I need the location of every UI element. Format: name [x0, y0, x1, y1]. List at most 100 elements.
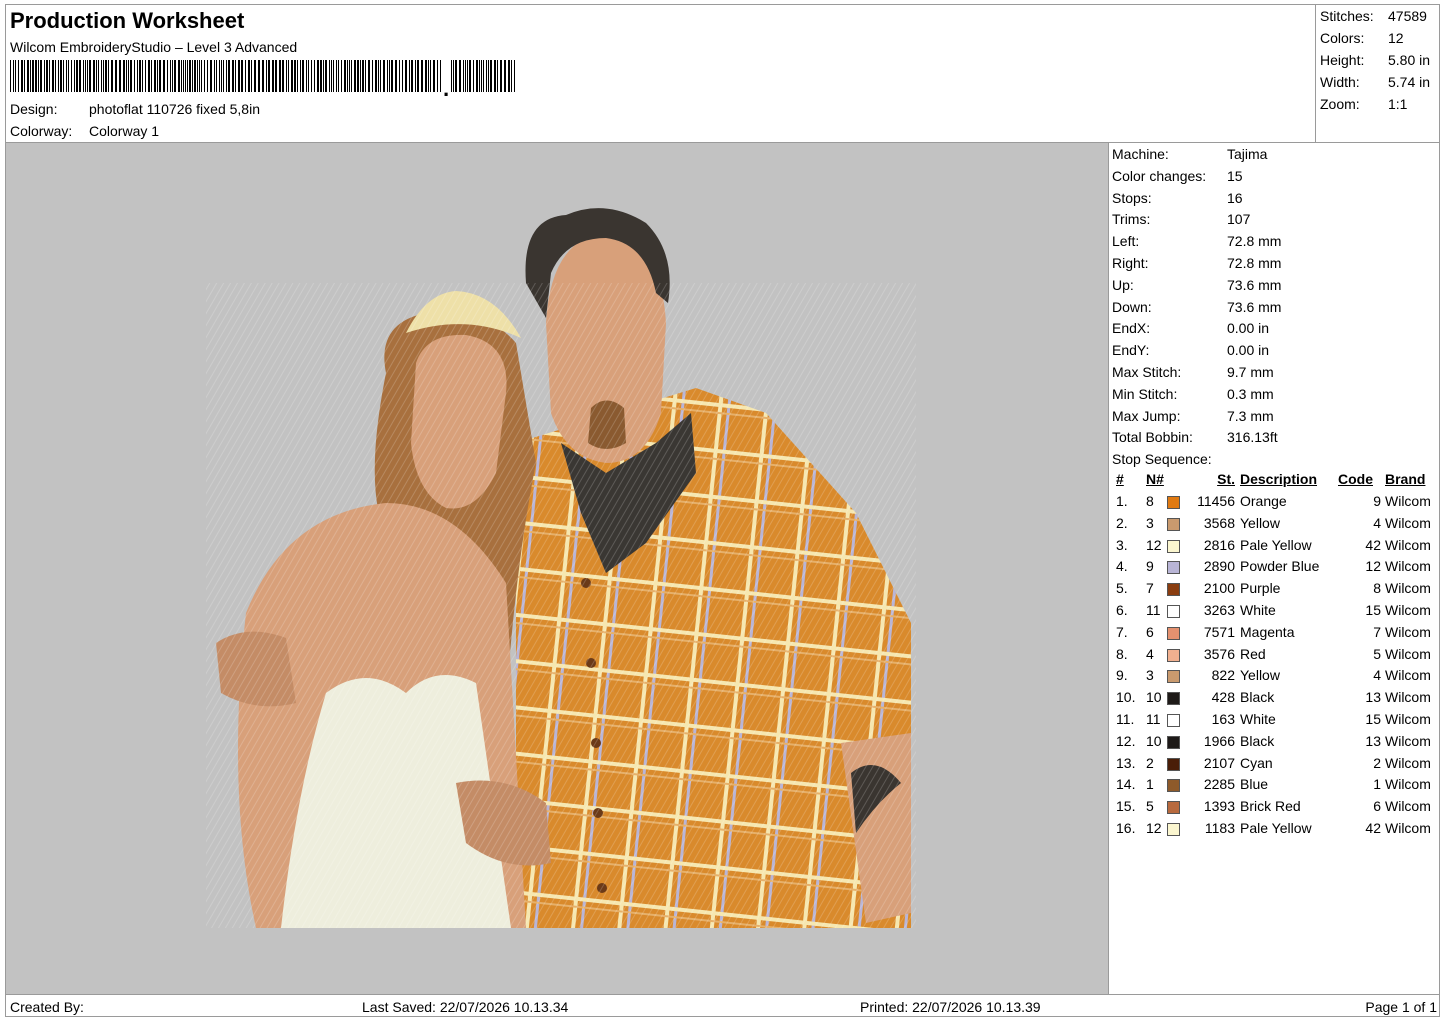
color-swatch	[1167, 626, 1180, 640]
info-row: Color changes: 15	[1112, 168, 1243, 184]
row-needle: 9	[1146, 558, 1154, 575]
row-stitches: 3263	[1203, 602, 1235, 618]
row-code: 6	[1373, 798, 1381, 815]
barcode-image: ,	[10, 60, 515, 96]
design-preview	[6, 143, 1109, 994]
color-swatch	[1167, 823, 1180, 836]
row-brand: Wilcom	[1385, 514, 1431, 531]
summary-label: Stitches:	[1320, 8, 1374, 24]
table-row: 4. 9 2890 Powder Blue 12 Wilcom	[1110, 558, 1439, 578]
color-swatch	[1167, 757, 1180, 771]
row-stitches: 11456	[1197, 493, 1235, 509]
col-description: Description	[1240, 471, 1318, 487]
summary-label: Height:	[1320, 52, 1365, 68]
row-description: White	[1240, 711, 1276, 727]
info-value: 73.6 mm	[1227, 298, 1282, 315]
colorway-label: Colorway:	[10, 123, 73, 139]
row-code: 42	[1365, 536, 1381, 553]
table-row: 8. 4 3576 Red 5 Wilcom	[1110, 646, 1439, 666]
info-value: Tajima	[1227, 146, 1268, 162]
row-description: Black	[1240, 689, 1275, 706]
machine-info-panel: Machine: Tajima Color changes: 15 Stops: 16 Tr…	[1110, 143, 1439, 994]
info-row: Down: 73.6 mm	[1112, 299, 1281, 315]
info-label: Max Stitch:	[1112, 364, 1182, 380]
row-num: 9.	[1116, 667, 1128, 684]
table-row: 1. 8 11456 Orange 9 Wilcom	[1110, 493, 1439, 513]
row-needle: 8	[1146, 493, 1154, 509]
row-num: 4.	[1116, 558, 1128, 575]
row-brand: Wilcom	[1385, 558, 1431, 575]
info-value: 9.7 mm	[1227, 364, 1274, 380]
row-num: 3.	[1116, 536, 1128, 553]
row-brand: Wilcom	[1385, 711, 1431, 727]
footer: Created By: Last Saved: 22/07/2026 10.13…	[6, 994, 1439, 1016]
info-value: 0.00 in	[1227, 320, 1270, 337]
row-brand: Wilcom	[1385, 667, 1431, 684]
info-label: Machine:	[1112, 146, 1169, 162]
design-row: Design: photoflat 110726 fixed 5,8in	[10, 101, 260, 117]
row-description: Orange	[1240, 493, 1287, 509]
col-brand: Brand	[1385, 471, 1426, 487]
info-value: 72.8 mm	[1227, 233, 1282, 250]
row-brand: Wilcom	[1385, 820, 1431, 836]
summary-value: 5.80 in	[1388, 52, 1431, 68]
stop-sequence-header: # N# St. Description Code Brand	[1110, 471, 1439, 491]
info-row: EndY: 0.00 in	[1112, 342, 1269, 358]
header-panel: Production Worksheet Wilcom EmbroiderySt…	[6, 5, 1316, 143]
row-description: Yellow	[1240, 514, 1280, 531]
info-row: Trims: 107	[1112, 211, 1250, 227]
row-code: 2	[1373, 754, 1381, 771]
info-label: EndX:	[1112, 320, 1151, 337]
color-swatch	[1167, 648, 1180, 662]
table-row: 9. 3 822 Yellow 4 Wilcom	[1110, 667, 1439, 687]
row-num: 8.	[1116, 645, 1128, 662]
row-num: 7.	[1116, 623, 1128, 640]
page-number: Page 1 of 1	[1365, 999, 1437, 1015]
row-code: 4	[1373, 667, 1381, 684]
info-row: Left: 72.8 mm	[1112, 233, 1281, 249]
colorway-name: Colorway 1	[89, 123, 160, 139]
info-label: Stop Sequence:	[1112, 451, 1212, 468]
table-row: 7. 6 7571 Magenta 7 Wilcom	[1110, 624, 1439, 644]
row-needle: 10	[1146, 689, 1162, 706]
row-num: 15.	[1116, 798, 1136, 815]
table-row: 3. 12 2816 Pale Yellow 42 Wilcom	[1110, 537, 1439, 557]
row-code: 9	[1373, 493, 1381, 509]
color-swatch	[1167, 496, 1180, 509]
table-row: 2. 3 3568 Yellow 4 Wilcom	[1110, 515, 1439, 535]
row-description: Purple	[1240, 580, 1281, 597]
row-needle: 12	[1146, 820, 1162, 836]
info-value: 16	[1227, 189, 1243, 206]
row-code: 1	[1373, 776, 1381, 793]
col-stitches: St.	[1217, 471, 1235, 487]
table-row: 11. 11 163 White 15 Wilcom	[1110, 711, 1439, 731]
row-num: 6.	[1116, 602, 1128, 618]
summary-value: 47589	[1388, 8, 1427, 24]
row-num: 1.	[1116, 493, 1128, 509]
summary-label: Width:	[1320, 74, 1360, 90]
row-description: Cyan	[1240, 754, 1273, 771]
color-swatch	[1167, 539, 1180, 553]
row-stitches: 1393	[1203, 798, 1235, 815]
col-code: Code	[1338, 471, 1373, 487]
row-stitches: 3568	[1203, 514, 1235, 531]
row-stitches: 822	[1211, 667, 1235, 684]
created-by: Created By:	[10, 999, 84, 1015]
summary-label: Colors:	[1320, 30, 1365, 46]
col-needle: N#	[1146, 471, 1164, 487]
row-stitches: 2107	[1203, 754, 1235, 771]
row-num: 13.	[1116, 754, 1136, 771]
row-code: 15	[1365, 602, 1381, 618]
svg-text:,: ,	[443, 76, 449, 96]
row-needle: 12	[1146, 536, 1162, 553]
row-code: 13	[1365, 732, 1381, 749]
col-num: #	[1116, 471, 1124, 487]
row-description: Brick Red	[1240, 798, 1301, 815]
row-description: White	[1240, 602, 1276, 618]
row-code: 42	[1365, 820, 1381, 836]
row-needle: 5	[1146, 798, 1154, 815]
info-label: Down:	[1112, 298, 1152, 315]
row-brand: Wilcom	[1385, 493, 1431, 509]
color-swatch	[1167, 714, 1180, 727]
row-brand: Wilcom	[1385, 623, 1431, 640]
